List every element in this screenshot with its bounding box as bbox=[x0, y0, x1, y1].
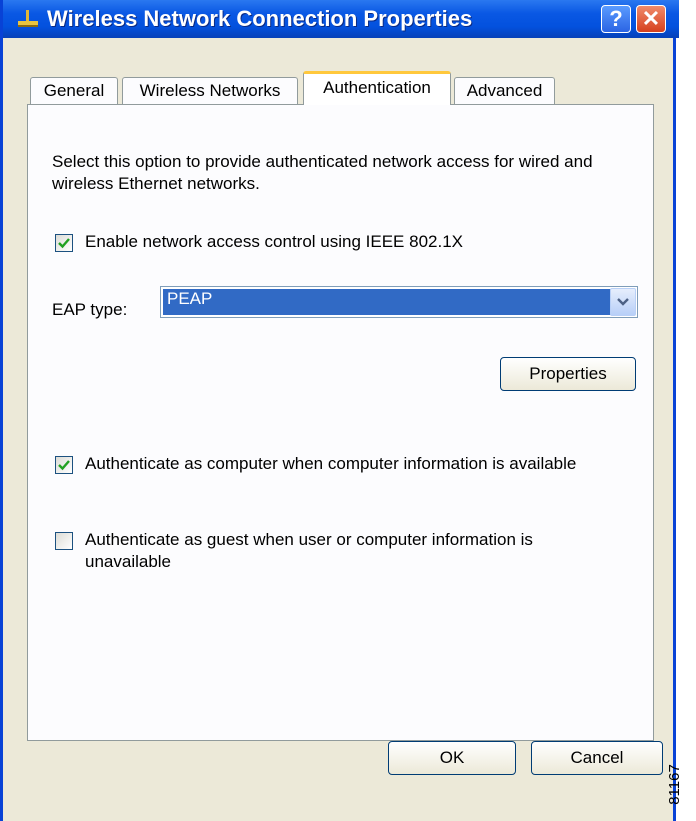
chevron-down-icon bbox=[617, 298, 629, 306]
title-bar[interactable]: Wireless Network Connection Properties ?… bbox=[3, 0, 679, 38]
tab-wireless-networks[interactable]: Wireless Networks bbox=[122, 77, 298, 104]
figure-id-label: 81167 bbox=[666, 752, 696, 821]
properties-button[interactable]: Properties bbox=[500, 357, 636, 391]
window-title: Wireless Network Connection Properties bbox=[47, 6, 473, 31]
enable-8021x-label[interactable]: Enable network access control using IEEE… bbox=[85, 231, 463, 253]
checkmark-icon bbox=[58, 460, 70, 471]
auth-description: Select this option to provide authentica… bbox=[52, 152, 593, 193]
enable-8021x-checkbox[interactable] bbox=[55, 234, 73, 252]
auth-as-guest-checkbox[interactable] bbox=[55, 532, 73, 550]
eap-type-value: PEAP bbox=[163, 289, 611, 315]
ok-button[interactable]: OK bbox=[388, 741, 516, 775]
dropdown-button[interactable] bbox=[610, 288, 636, 316]
checkmark-icon bbox=[58, 238, 70, 249]
cancel-button[interactable]: Cancel bbox=[531, 741, 663, 775]
auth-as-computer-checkbox[interactable] bbox=[55, 456, 73, 474]
network-connection-icon bbox=[18, 10, 38, 27]
tab-advanced[interactable]: Advanced bbox=[454, 77, 555, 104]
auth-as-guest-label[interactable]: Authenticate as guest when user or compu… bbox=[85, 529, 605, 573]
eap-type-select[interactable]: PEAP bbox=[160, 286, 638, 318]
close-button[interactable]: ✕ bbox=[636, 5, 666, 33]
auth-as-computer-label[interactable]: Authenticate as computer when computer i… bbox=[85, 453, 576, 475]
tab-panel bbox=[27, 104, 654, 741]
figure-id-text: 81167 bbox=[665, 764, 683, 805]
eap-type-label: EAP type: bbox=[52, 300, 128, 319]
tab-authentication[interactable]: Authentication bbox=[303, 71, 451, 105]
help-button[interactable]: ? bbox=[601, 5, 631, 33]
tab-general[interactable]: General bbox=[30, 77, 118, 104]
